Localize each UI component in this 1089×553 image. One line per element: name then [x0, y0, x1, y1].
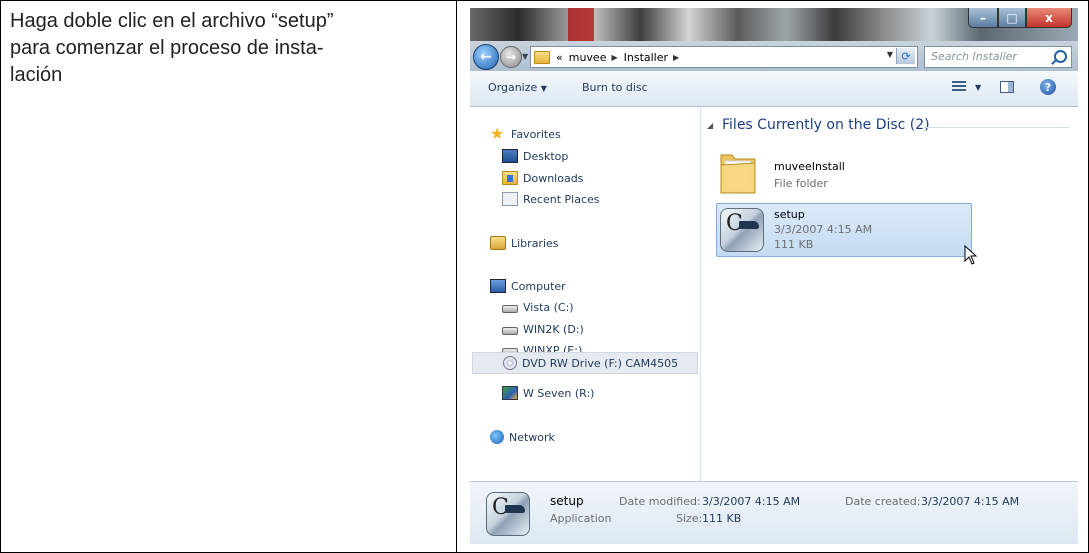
dvd-drive-icon [503, 356, 517, 370]
group-divider [924, 127, 1070, 128]
nav-label: Downloads [523, 171, 584, 185]
collapse-arrow-icon[interactable]: ◢ [707, 121, 713, 130]
nav-desktop[interactable]: Desktop [502, 146, 568, 166]
date-created-value: 3/3/2007 4:15 AM [921, 495, 1020, 508]
close-button[interactable]: x [1026, 8, 1072, 28]
view-options-dropdown-icon[interactable]: ▼ [975, 83, 981, 92]
network-icon [490, 430, 504, 444]
nav-label: Vista (C:) [523, 300, 574, 314]
nav-label: Libraries [511, 236, 559, 250]
organize-label: Organize [488, 81, 538, 94]
breadcrumb-chevron-icon[interactable]: ▶ [611, 53, 617, 62]
address-bar[interactable]: « muvee ▶ Installer ▶ ▼ ⟳ [530, 46, 918, 68]
breadcrumb-chevron-icon[interactable]: ▶ [673, 53, 679, 62]
search-placeholder: Search Installer [931, 50, 1017, 63]
burn-to-disc-button[interactable]: Burn to disc [582, 81, 648, 94]
back-arrow-icon: ← [480, 49, 492, 65]
folder-icon [534, 50, 550, 64]
libraries-icon [490, 236, 506, 250]
date-modified-label: Date modified: [619, 495, 701, 508]
nav-libraries[interactable]: Libraries [490, 233, 559, 253]
hard-drive-icon [502, 304, 518, 313]
nav-favorites[interactable]: ★ Favorites [490, 124, 561, 144]
star-icon: ★ [490, 124, 505, 143]
instruction-text: Haga doble clic en el archivo “setup” pa… [10, 8, 450, 89]
setup-application-icon: C [486, 492, 530, 536]
file-size: 111 KB [774, 238, 814, 251]
explorer-window: – □ x ← → ▼ « muvee ▶ Installer ▶ ▼ ⟳ Se… [470, 8, 1078, 544]
forward-button[interactable]: → [500, 46, 522, 68]
command-bar: Organize ▼ Burn to disc ▼ ? [470, 71, 1078, 107]
back-button[interactable]: ← [473, 44, 499, 70]
folder-icon [720, 154, 756, 194]
address-row: ← → ▼ « muvee ▶ Installer ▶ ▼ ⟳ Search I… [470, 41, 1078, 71]
forward-arrow-icon: → [505, 50, 517, 64]
setup-application-icon: C [720, 208, 764, 252]
date-created-label: Date created: [845, 495, 921, 508]
file-type: File folder [774, 177, 828, 190]
nav-computer[interactable]: Computer [490, 276, 566, 296]
nav-label: Desktop [523, 149, 569, 163]
network-drive-icon [502, 386, 518, 400]
maximize-button[interactable]: □ [998, 8, 1026, 28]
details-file-name: setup [550, 494, 584, 508]
size-value: 111 KB [702, 512, 742, 525]
nav-drive-d[interactable]: WIN2K (D:) [502, 319, 584, 339]
details-pane: C setup Application Date modified: 3/3/2… [470, 481, 1078, 544]
computer-icon [490, 279, 506, 293]
nav-label: WIN2K (D:) [523, 322, 584, 336]
nav-label: Recent Places [523, 192, 600, 206]
file-date: 3/3/2007 4:15 AM [774, 223, 873, 236]
nav-drive-c[interactable]: Vista (C:) [502, 297, 574, 317]
column-divider [456, 0, 457, 553]
recent-pages-dropdown-icon[interactable]: ▼ [522, 52, 528, 61]
recent-places-icon [502, 192, 518, 206]
nav-label: W Seven (R:) [523, 386, 595, 400]
refresh-button[interactable]: ⟳ [896, 48, 915, 64]
hard-drive-icon [502, 326, 518, 335]
change-view-icon[interactable] [952, 81, 966, 93]
search-input[interactable]: Search Installer [924, 46, 1072, 68]
help-button[interactable]: ? [1040, 79, 1056, 95]
nav-network[interactable]: Network [490, 427, 555, 447]
file-list: ◢ Files Currently on the Disc (2) muveeI… [702, 107, 1078, 481]
file-name: muveeInstall [774, 160, 845, 173]
downloads-icon [502, 171, 518, 185]
navigation-pane: ★ Favorites Desktop Downloads Recent Plac… [470, 107, 701, 481]
file-name: setup [774, 208, 805, 221]
file-item-setup[interactable]: C setup 3/3/2007 4:15 AM 111 KB [716, 203, 972, 257]
title-bar[interactable]: – □ x [470, 8, 1078, 41]
chevron-down-icon: ▼ [540, 84, 547, 93]
breadcrumb-muvee[interactable]: muvee [569, 51, 607, 64]
nav-label: Computer [511, 279, 566, 293]
nav-label: DVD RW Drive (F:) CAM4505 [522, 356, 679, 370]
breadcrumb-overflow[interactable]: « [556, 51, 563, 64]
refresh-icon: ⟳ [901, 49, 911, 63]
nav-drive-r[interactable]: W Seven (R:) [502, 383, 594, 403]
breadcrumb-installer[interactable]: Installer [624, 51, 668, 64]
nav-label: Favorites [511, 127, 561, 141]
organize-button[interactable]: Organize ▼ [488, 81, 547, 94]
window-controls: – □ x [968, 8, 1072, 28]
details-file-type: Application [550, 512, 612, 525]
preview-pane-icon[interactable] [1000, 81, 1014, 93]
minimize-button[interactable]: – [968, 8, 998, 28]
desktop-icon [502, 149, 518, 163]
mouse-pointer-icon [964, 245, 978, 265]
nav-drive-f[interactable]: DVD RW Drive (F:) CAM4505 [472, 352, 698, 374]
instruction-line: lación [10, 64, 63, 86]
size-label: Size: [676, 512, 703, 525]
title-bar-highlight [568, 8, 594, 41]
group-header[interactable]: Files Currently on the Disc (2) [722, 117, 930, 133]
address-dropdown-icon[interactable]: ▼ [887, 50, 893, 59]
nav-label: Network [509, 430, 555, 444]
search-icon[interactable] [1054, 50, 1067, 63]
instruction-line: Haga doble clic en el archivo “setup” [10, 10, 334, 32]
date-modified-value: 3/3/2007 4:15 AM [702, 495, 801, 508]
nav-recent-places[interactable]: Recent Places [502, 189, 600, 209]
instruction-line: para comenzar el proceso de insta- [10, 37, 324, 59]
nav-downloads[interactable]: Downloads [502, 168, 583, 188]
